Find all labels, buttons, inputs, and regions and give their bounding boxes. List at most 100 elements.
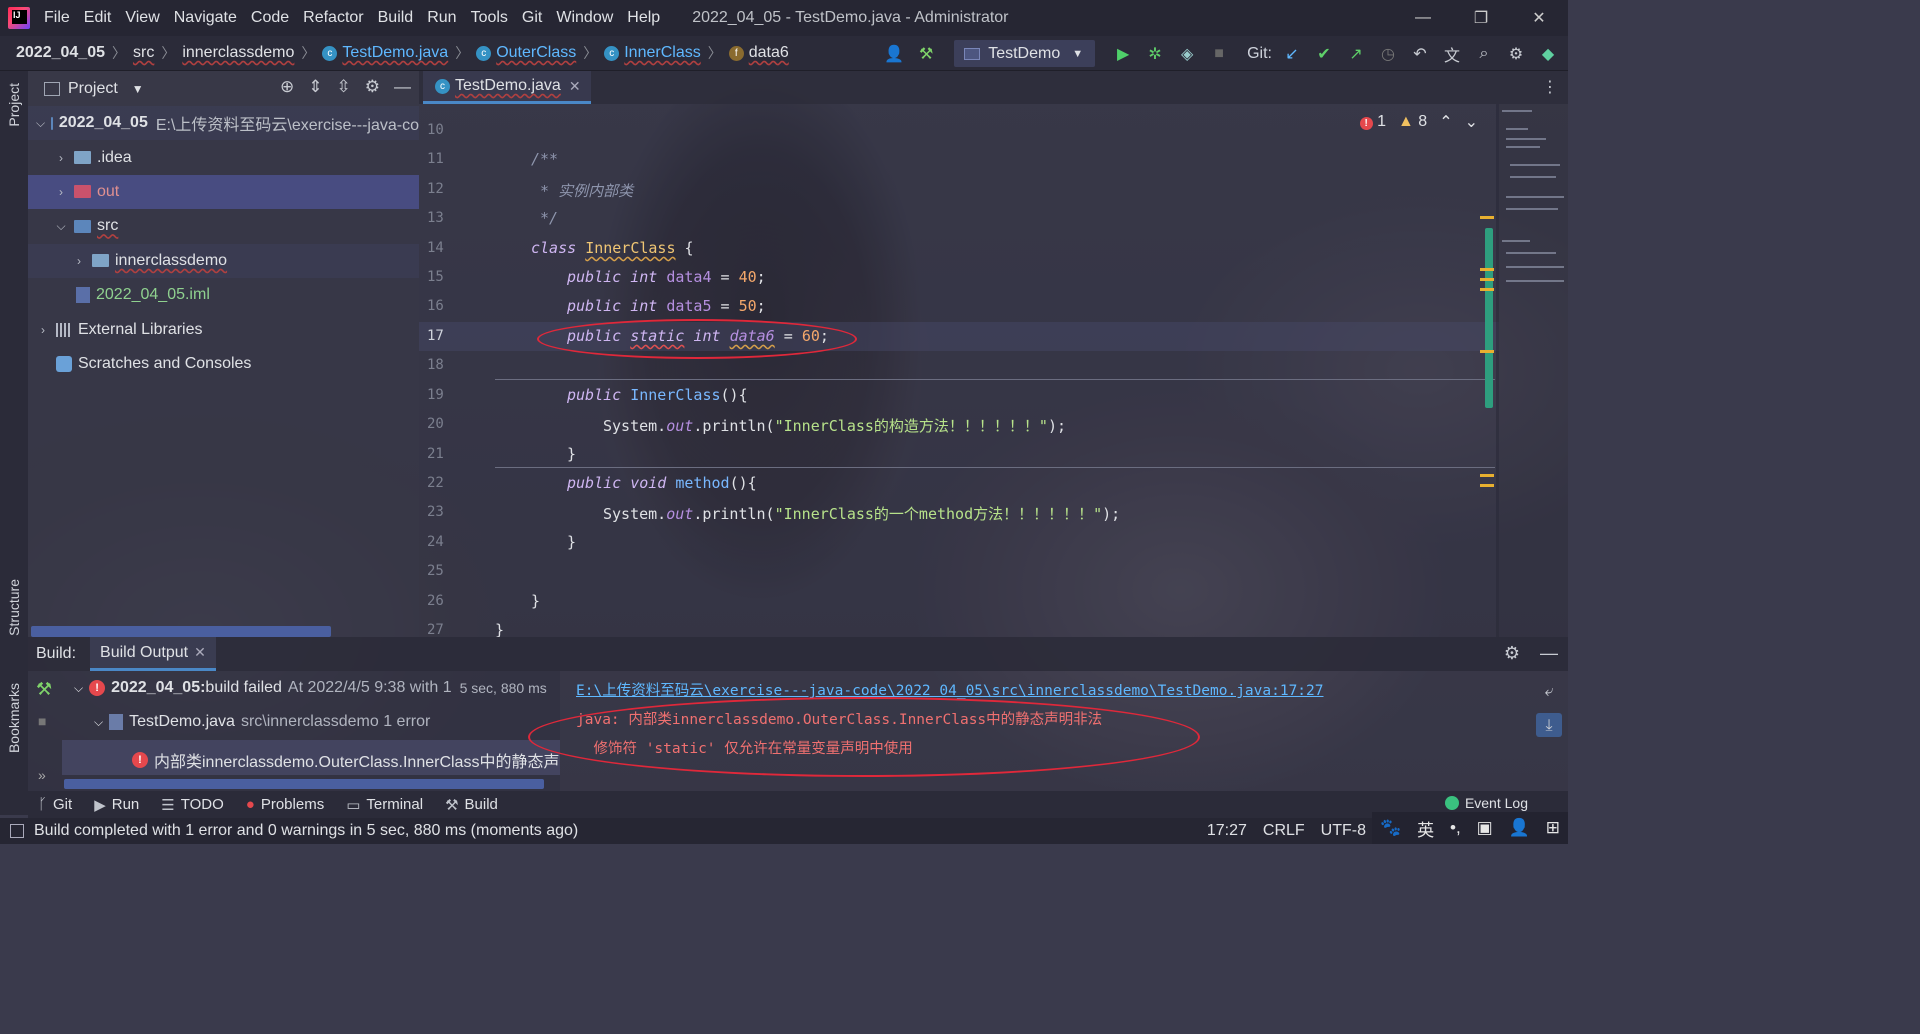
error-location-link[interactable]: E:\上传资料至码云\exercise---java-code\2022_04_…	[576, 679, 1324, 700]
menu-window[interactable]: Window	[556, 9, 613, 27]
build-summary-row[interactable]: ⌵ ! 2022_04_05: build failed At 2022/4/5…	[74, 679, 547, 697]
menu-navigate[interactable]: Navigate	[174, 9, 237, 27]
warning-stripe-mark[interactable]	[1480, 278, 1494, 281]
project-view-title[interactable]: Project	[68, 80, 118, 98]
line-separator[interactable]: CRLF	[1263, 822, 1305, 840]
status-message[interactable]: Build completed with 1 error and 0 warni…	[34, 822, 578, 840]
tree-item-idea[interactable]: › .idea	[28, 140, 419, 174]
ime-language-indicator[interactable]: 英	[1417, 816, 1434, 841]
minimize-button[interactable]: —	[1394, 0, 1452, 36]
code-editor[interactable]: 10 11 12 13 14 15 16 17 18 19 20 21 22 2…	[419, 104, 1499, 637]
restore-button[interactable]: ❐	[1452, 0, 1510, 36]
menu-run[interactable]: Run	[427, 9, 456, 27]
git-commit-icon[interactable]: ✔	[1312, 42, 1336, 66]
horizontal-scrollbar[interactable]	[31, 626, 331, 637]
stop-icon[interactable]: ■	[38, 713, 46, 729]
close-tab-icon[interactable]: ✕	[194, 644, 206, 661]
tree-item-scratches[interactable]: Scratches and Consoles	[28, 347, 419, 381]
tree-item-src[interactable]: ⌵ src	[28, 209, 419, 243]
breadcrumb-file[interactable]: TestDemo.java	[342, 44, 448, 62]
tree-item-project-root[interactable]: ⌵ 2022_04_05 E:\上传资料至码云\exercise---java-…	[28, 106, 419, 141]
error-stripe-mark[interactable]	[1480, 216, 1494, 219]
build-hammer-icon[interactable]: ⚒	[914, 42, 938, 66]
hide-icon[interactable]: —	[1540, 643, 1558, 664]
menu-file[interactable]: File	[44, 9, 70, 27]
warning-stripe-mark[interactable]	[1480, 474, 1494, 477]
more-tools-icon[interactable]: »	[38, 767, 46, 783]
caret-position[interactable]: 17:27	[1207, 822, 1247, 840]
hide-icon[interactable]: —	[394, 77, 411, 97]
build-hammer-icon[interactable]: ⚒	[36, 679, 52, 700]
plugin-logo-icon[interactable]: ◆	[1536, 42, 1560, 66]
menu-git[interactable]: Git	[522, 9, 542, 27]
problems-tool-button[interactable]: ● Problems	[246, 796, 324, 813]
build-error-row[interactable]: ! 内部类innerclassdemo.OuterClass.InnerClas…	[132, 748, 560, 772]
bookmarks-tool-button[interactable]: Bookmarks	[6, 683, 22, 753]
dropdown-arrow-icon[interactable]: ▼	[132, 82, 144, 96]
event-log-button[interactable]: Event Log	[1444, 795, 1528, 811]
menu-build[interactable]: Build	[378, 9, 414, 27]
expand-all-icon[interactable]: ⇕	[308, 77, 322, 97]
menu-tools[interactable]: Tools	[471, 9, 508, 27]
breadcrumb-src[interactable]: src	[133, 44, 154, 62]
breadcrumb-outerclass[interactable]: OuterClass	[496, 44, 576, 62]
git-history-icon[interactable]: ◷	[1376, 42, 1400, 66]
grid-icon[interactable]: ⊞	[1546, 818, 1560, 838]
collapse-all-icon[interactable]: ⇳	[337, 77, 351, 97]
project-tool-button[interactable]: Project	[6, 83, 22, 127]
inspection-widget[interactable]: ! 1 ▲ 8 ⌃ ⌄	[1359, 112, 1478, 132]
git-tool-button[interactable]: ᚴ Git	[38, 796, 72, 813]
previous-highlight-icon[interactable]: ⌃	[1439, 112, 1452, 132]
more-options-icon[interactable]: ⋮	[1542, 77, 1558, 97]
punctuation-icon[interactable]: •,	[1450, 818, 1461, 838]
scroll-to-end-icon[interactable]: ⤓	[1536, 713, 1562, 737]
vertical-scrollbar[interactable]	[1485, 228, 1493, 408]
close-button[interactable]: ✕	[1510, 0, 1568, 36]
build-tool-button[interactable]: ⚒ Build	[445, 796, 498, 814]
gear-icon[interactable]: ⚙	[365, 77, 380, 97]
warning-stripe-mark[interactable]	[1480, 268, 1494, 271]
menu-edit[interactable]: Edit	[84, 9, 112, 27]
translate-icon[interactable]: 文	[1440, 42, 1464, 66]
warning-stripe-mark[interactable]	[1480, 350, 1494, 353]
tab-testdemo-java[interactable]: c TestDemo.java ✕	[423, 71, 591, 104]
breadcrumb-innerclass[interactable]: InnerClass	[624, 44, 700, 62]
warning-stripe-mark[interactable]	[1480, 288, 1494, 291]
menu-help[interactable]: Help	[627, 9, 660, 27]
tool-windows-toggle-icon[interactable]	[10, 824, 24, 838]
tree-item-out[interactable]: › out	[28, 174, 419, 210]
tree-item-external-libraries[interactable]: › External Libraries	[28, 312, 419, 346]
todo-tool-button[interactable]: ☰ TODO	[161, 796, 224, 814]
tab-build-output[interactable]: Build Output ✕	[90, 637, 216, 671]
tree-item-innerclassdemo[interactable]: › innerclassdemo	[28, 243, 419, 278]
build-output-console[interactable]: E:\上传资料至码云\exercise---java-code\2022_04_…	[560, 671, 1568, 791]
tree-item-iml[interactable]: 2022_04_05.iml	[28, 278, 419, 312]
terminal-tool-button[interactable]: ▭ Terminal	[346, 796, 423, 814]
warning-count[interactable]: ▲ 8	[1398, 113, 1427, 131]
paw-icon[interactable]: 🐾	[1380, 818, 1401, 838]
user-icon[interactable]: 👤	[1509, 818, 1530, 838]
soft-wrap-icon[interactable]: ⤶	[1536, 679, 1562, 703]
screenshot-icon[interactable]: ▣	[1477, 818, 1493, 838]
breadcrumb-field[interactable]: data6	[749, 44, 789, 62]
menu-view[interactable]: View	[125, 9, 159, 27]
build-file-row[interactable]: ⌵ TestDemo.java src\innerclassdemo 1 err…	[94, 713, 430, 731]
stop-icon[interactable]: ■	[1207, 42, 1231, 66]
code-minimap[interactable]	[1496, 104, 1568, 637]
search-icon[interactable]: ⌕	[1472, 42, 1496, 66]
warning-stripe-mark[interactable]	[1480, 484, 1494, 487]
debug-icon[interactable]: ✲	[1143, 42, 1167, 66]
rollback-icon[interactable]: ↶	[1408, 42, 1432, 66]
coverage-icon[interactable]: ◈	[1175, 42, 1199, 66]
breadcrumb-package[interactable]: innerclassdemo	[182, 44, 294, 62]
next-highlight-icon[interactable]: ⌄	[1465, 112, 1478, 132]
structure-tool-button[interactable]: Structure	[6, 579, 22, 636]
run-icon[interactable]: ▶	[1111, 42, 1135, 66]
locate-icon[interactable]: ⊕	[280, 77, 294, 97]
run-configuration-select[interactable]: TestDemo ▼	[954, 40, 1096, 67]
close-tab-icon[interactable]: ✕	[569, 78, 581, 95]
menu-refactor[interactable]: Refactor	[303, 9, 363, 27]
file-encoding[interactable]: UTF-8	[1321, 822, 1366, 840]
horizontal-scrollbar[interactable]	[64, 779, 544, 789]
settings-gear-icon[interactable]: ⚙	[1504, 42, 1528, 66]
